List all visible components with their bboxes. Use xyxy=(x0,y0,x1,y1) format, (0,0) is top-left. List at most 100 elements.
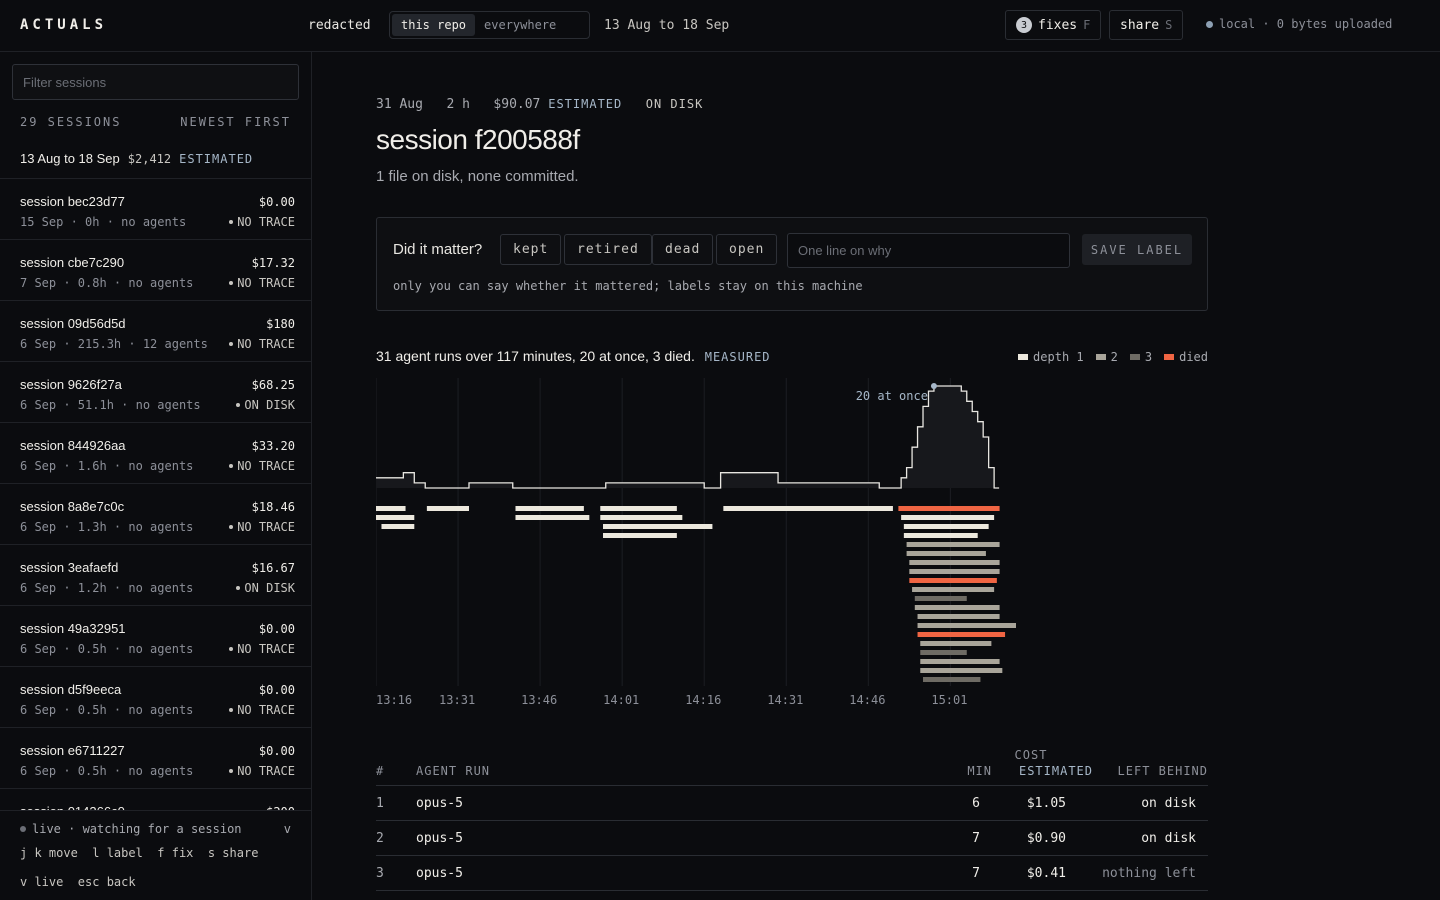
session-status-text: NO TRACE xyxy=(237,642,295,656)
share-shortcut: S xyxy=(1165,18,1173,32)
session-meta: 6 Sep · 0.5h · no agents xyxy=(20,764,194,778)
label-panel: Did it matter? kept retired dead open SA… xyxy=(376,217,1208,311)
table-row[interactable]: 2 opus-5 7 $0.90 on disk xyxy=(376,821,1208,856)
chart-x-tick: 13:31 xyxy=(439,693,475,707)
share-label: share xyxy=(1120,17,1160,33)
share-button[interactable]: share S xyxy=(1109,10,1184,40)
session-cost: $33.20 xyxy=(251,439,295,453)
col-left-behind: LEFT BEHIND xyxy=(1117,764,1208,778)
scope-everywhere[interactable]: everywhere xyxy=(475,14,565,36)
session-cost: $90.07 xyxy=(493,97,541,112)
peak-marker xyxy=(930,383,937,389)
agent-run-bar xyxy=(381,524,415,529)
session-list-item[interactable]: session 8a8e7c0c $18.46 6 Sep · 1.3h · no … xyxy=(0,483,311,544)
row-min: 7 xyxy=(972,831,980,846)
session-status: ON DISK xyxy=(236,398,295,412)
agent-run-bar xyxy=(914,605,1000,610)
agent-run-bar xyxy=(920,668,1003,673)
fixes-button[interactable]: 3 fixes F xyxy=(1005,10,1102,40)
chart-x-tick: 14:16 xyxy=(685,693,721,707)
row-num: 2 xyxy=(376,831,384,846)
fixes-label: fixes xyxy=(1038,17,1078,33)
row-cost: $0.41 xyxy=(1026,866,1066,881)
label-why-input[interactable] xyxy=(787,233,1070,268)
session-status: NO TRACE xyxy=(229,459,295,473)
agent-run-bar xyxy=(909,569,1000,574)
agent-run-bar xyxy=(914,596,967,601)
keyboard-hints: j k move l label f fix s share xyxy=(20,846,259,860)
session-status-text: NO TRACE xyxy=(237,276,295,290)
session-list-item[interactable]: session 844926aa $33.20 6 Sep · 1.6h · no … xyxy=(0,422,311,483)
session-cost: $0.00 xyxy=(258,622,295,636)
session-list-item[interactable]: session d5f9eeca $0.00 6 Sep · 0.5h · no a… xyxy=(0,666,311,727)
session-cost: $18.46 xyxy=(251,500,295,514)
agent-run-bar xyxy=(917,623,1016,628)
session-status: ON DISK xyxy=(236,581,295,595)
label-open-button[interactable]: open xyxy=(716,234,778,265)
date-range[interactable]: 13 Aug to 18 Sep xyxy=(604,18,729,33)
session-meta: 6 Sep · 0.5h · no agents xyxy=(20,642,194,656)
top-bar: ACTUALS redacted this repo everywhere 13… xyxy=(0,0,1440,52)
session-status-text: ON DISK xyxy=(244,581,295,595)
session-list-item[interactable]: session 09d56d5d $180 6 Sep · 215.3h · 12 … xyxy=(0,300,311,361)
agent-run-bar xyxy=(917,614,1000,619)
col-cost: COST xyxy=(1014,748,1048,762)
session-name: session 3eafaefd xyxy=(20,560,119,575)
session-status: NO TRACE xyxy=(229,520,295,534)
session-list-item[interactable]: session e6711227 $0.00 6 Sep · 0.5h · no a… xyxy=(0,727,311,788)
session-cost: $0.00 xyxy=(258,744,295,758)
table-row[interactable]: 1 opus-5 6 $1.05 on disk xyxy=(376,786,1208,821)
agent-run-bar xyxy=(923,677,981,682)
status-dot-icon xyxy=(229,342,234,346)
agent-run-bar xyxy=(917,632,1006,637)
session-list-item[interactable]: session bec23d77 $0.00 15 Sep · 0h · no ag… xyxy=(0,178,311,239)
concurrency-chart: 13:16 13:31 13:46 14:01 14:16 14:31 14:46 15:01… xyxy=(376,378,1016,707)
session-cost: $0.00 xyxy=(258,195,295,209)
keyboard-hints-2: v live esc back xyxy=(20,875,136,889)
chart-legend: depth 1 2 3 died xyxy=(1018,350,1208,364)
redacted-toggle[interactable]: redacted xyxy=(308,18,371,33)
legend-died: died xyxy=(1164,350,1208,364)
row-min: 6 xyxy=(972,796,980,811)
session-list-item[interactable]: session 9626f27a $68.25 6 Sep · 51.1h · no… xyxy=(0,361,311,422)
session-date: 31 Aug xyxy=(376,97,423,112)
chart-summary-text: 31 agent runs over 117 minutes, 20 at on… xyxy=(376,348,695,364)
session-status: NO TRACE xyxy=(229,337,295,351)
agent-run-bar xyxy=(898,506,1000,511)
agent-run-bar xyxy=(376,506,406,511)
session-meta: 6 Sep · 1.2h · no agents xyxy=(20,581,194,595)
session-list-item[interactable]: session 3eafaefd $16.67 6 Sep · 1.2h · no … xyxy=(0,544,311,605)
sessions-sidebar: 29 SESSIONS NEWEST FIRST 13 Aug to 18 Se… xyxy=(0,52,312,900)
session-list-item[interactable]: session 49a32951 $0.00 6 Sep · 0.5h · no a… xyxy=(0,605,311,666)
agent-run-bar xyxy=(909,578,997,583)
chart-x-tick: 14:01 xyxy=(603,693,639,707)
session-cost: $0.00 xyxy=(258,683,295,697)
session-status: NO TRACE xyxy=(229,215,295,229)
agent-run-bar xyxy=(603,524,713,529)
local-status: local · 0 bytes uploaded xyxy=(1206,17,1392,31)
label-kept-button[interactable]: kept xyxy=(500,234,562,265)
agent-run-bar xyxy=(903,524,989,529)
legend-depth-1: depth 1 xyxy=(1018,350,1084,364)
legend-swatch-depth-3 xyxy=(1129,354,1140,360)
sort-order[interactable]: NEWEST FIRST xyxy=(180,115,291,129)
scope-this-repo[interactable]: this repo xyxy=(392,14,476,36)
session-list: session bec23d77 $0.00 15 Sep · 0h · no ag… xyxy=(0,178,311,849)
table-row[interactable]: 3 opus-5 7 $0.41 nothing left xyxy=(376,856,1208,891)
label-dead-button[interactable]: dead xyxy=(652,234,714,265)
label-note: only you can say whether it mattered; la… xyxy=(393,279,863,293)
session-list-item[interactable]: session cbe7c290 $17.32 7 Sep · 0.8h · no … xyxy=(0,239,311,300)
label-retired-button[interactable]: retired xyxy=(564,234,652,265)
save-label-button[interactable]: SAVE LABEL xyxy=(1082,234,1192,265)
filter-sessions-input[interactable] xyxy=(12,64,299,100)
agent-run-bar xyxy=(920,650,967,655)
session-duration: 2 h xyxy=(446,97,470,112)
agent-run-bar xyxy=(376,515,415,520)
legend-swatch-depth-1 xyxy=(1018,354,1029,360)
table-header: # AGENT RUN MIN COST ESTIMATED LEFT BEHI… xyxy=(376,746,1208,786)
row-min: 7 xyxy=(972,866,980,881)
summary-amount: $2,412 xyxy=(127,152,172,166)
session-status: NO TRACE xyxy=(229,703,295,717)
row-cost: $1.05 xyxy=(1026,796,1066,811)
table-body: 1 opus-5 6 $1.05 on disk 2 opus-5 7 $0.90 on disk… xyxy=(376,786,1208,891)
